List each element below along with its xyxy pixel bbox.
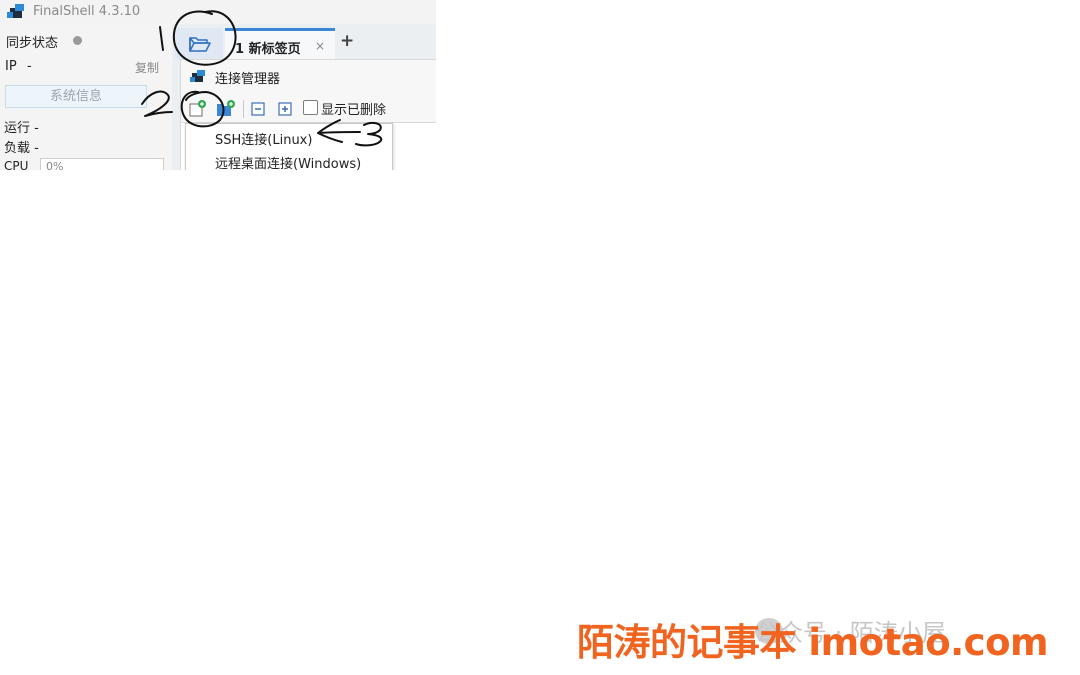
toolbar-separator [243, 100, 244, 118]
show-deleted-label: 显示已删除 [321, 103, 387, 118]
brand-banner: 陌涛的记事本 imotao.com [577, 621, 1049, 664]
ip-value: - [27, 59, 32, 74]
add-tab-button[interactable]: + [340, 31, 354, 51]
server-info-panel: 同步状态 IP - 复制 系统信息 运行 - 负载 - CPU 0% [0, 24, 170, 170]
copy-ip-button[interactable]: 复制 [135, 59, 159, 76]
title-bar: FinalShell 4.3.10 [0, 0, 436, 24]
cpu-label: CPU [4, 159, 29, 170]
load-label: 负载 - [4, 141, 39, 156]
new-connection-menu: SSH连接(Linux) 远程桌面连接(Windows) [185, 123, 393, 170]
cpu-usage-bar: 0% [40, 158, 164, 170]
open-connection-manager-button[interactable] [175, 28, 223, 60]
tab-new-tab[interactable]: 1 新标签页 × [225, 28, 335, 60]
app-logo-icon [7, 4, 24, 18]
connection-manager-icon [190, 70, 205, 82]
uptime-label: 运行 - [4, 121, 39, 136]
show-deleted-checkbox[interactable] [303, 100, 318, 115]
ip-label: IP [5, 59, 17, 74]
dialog-title: 连接管理器 [215, 72, 281, 87]
collapse-all-icon[interactable] [249, 99, 269, 119]
folder-open-icon [189, 37, 211, 52]
finalshell-window: FinalShell 4.3.10 同步状态 IP - 复制 系统信息 运行 -… [0, 0, 436, 170]
sync-status-indicator [73, 36, 82, 45]
expand-all-icon[interactable] [276, 99, 296, 119]
sync-status-label: 同步状态 [6, 36, 59, 51]
new-connection-icon[interactable] [187, 99, 207, 119]
connection-manager-dialog: 连接管理器 显示已删除 SSH连接(Linux) 远程桌面连接(Windows) [180, 59, 436, 170]
system-info-button[interactable]: 系统信息 [5, 85, 147, 108]
cpu-usage-value: 0% [46, 160, 64, 170]
connection-list: SSH连接(Linux) 远程桌面连接(Windows) [181, 122, 436, 170]
menu-item-ssh-linux[interactable]: SSH连接(Linux) [215, 129, 312, 148]
tab-close-icon[interactable]: × [315, 39, 325, 53]
new-folder-icon[interactable] [215, 99, 235, 119]
app-title: FinalShell 4.3.10 [33, 4, 141, 19]
menu-item-rdp-windows[interactable]: 远程桌面连接(Windows) [215, 153, 361, 170]
tab-label: 1 新标签页 [235, 42, 301, 57]
connection-toolbar: 显示已删除 [181, 96, 436, 122]
